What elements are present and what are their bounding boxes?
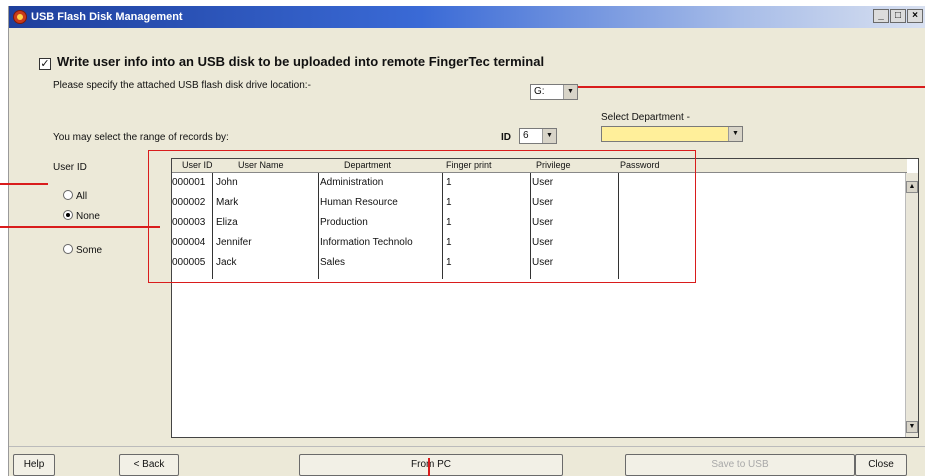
vertical-scrollbar[interactable]: ▲ ▼ [905,173,918,437]
chevron-down-icon[interactable]: ▼ [728,127,742,141]
close-window-button[interactable]: × [907,9,923,23]
write-user-info-option[interactable]: ✓ Write user info into an USB disk to be … [39,54,544,70]
drive-select-value: G: [534,86,545,97]
id-label: ID [501,132,511,143]
maximize-button[interactable]: □ [890,9,906,23]
annotation-line [0,226,160,228]
save-to-usb-button[interactable]: Save to USB [625,454,855,476]
radio-some-label: Some [76,245,103,256]
minimize-button[interactable]: _ [873,9,889,23]
radio-none-label: None [76,211,100,222]
annotation-line [578,86,925,88]
radio-some-indicator[interactable] [63,244,73,254]
id-select[interactable]: 6 ▼ [519,128,557,144]
from-pc-button[interactable]: From PC [299,454,563,476]
chevron-down-icon[interactable]: ▼ [542,129,556,143]
department-select[interactable]: ▼ [601,126,743,142]
close-button[interactable]: Close [855,454,907,476]
id-select-value: 6 [523,130,529,141]
app-icon [13,10,27,24]
annotation-line [428,458,430,476]
write-user-info-label: Write user info into an USB disk to be u… [57,54,545,69]
radio-all-label: All [76,191,88,202]
window-title: USB Flash Disk Management [31,11,183,23]
scroll-up-icon[interactable]: ▲ [906,181,918,193]
radio-some[interactable]: Some [63,244,102,256]
back-button[interactable]: < Back [119,454,179,476]
help-button[interactable]: Help [13,454,55,476]
title-bar: USB Flash Disk Management _ □ × [9,6,925,28]
drive-select[interactable]: G: ▼ [530,84,578,100]
table-highlight-box [148,150,696,283]
radio-all-indicator[interactable] [63,190,73,200]
annotation-line [0,183,48,185]
button-bar: Help < Back From PC Save to USB Close [9,446,925,476]
drive-prompt: Please specify the attached USB flash di… [53,80,311,91]
chevron-down-icon[interactable]: ▼ [563,85,577,99]
department-label: Select Department - [601,112,690,123]
radio-none-indicator[interactable] [63,210,73,220]
range-prompt: You may select the range of records by: [53,132,229,143]
scroll-down-icon[interactable]: ▼ [906,421,918,433]
write-user-info-checkbox[interactable]: ✓ [39,58,51,70]
radio-none[interactable]: None [63,210,100,222]
window-controls: _ □ × [873,9,923,23]
radio-all[interactable]: All [63,190,87,202]
user-id-group-label: User ID [53,162,87,173]
